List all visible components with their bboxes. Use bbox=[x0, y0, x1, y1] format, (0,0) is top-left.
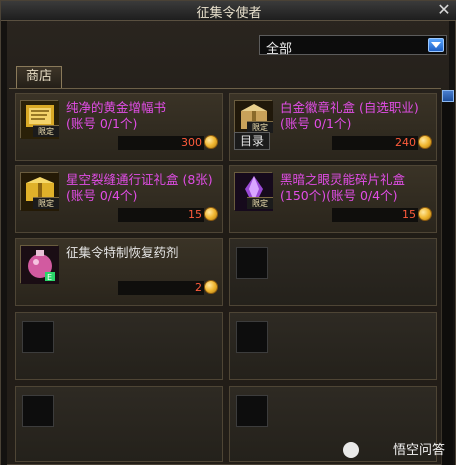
coin-icon bbox=[418, 135, 432, 149]
shop-item[interactable]: 限定 目录 白金徽章礼盒 (自选职业)(账号 0/1个) 240 bbox=[229, 93, 437, 161]
scrollbar[interactable] bbox=[441, 90, 454, 465]
item-name: 星空裂缝通行证礼盒 (8张)(账号 0/4个) bbox=[66, 172, 213, 203]
coin-icon bbox=[204, 280, 218, 294]
crystal-box-icon: 限定 bbox=[234, 172, 273, 211]
shop-item[interactable]: E 征集令特制恢复药剂 2 bbox=[15, 238, 223, 306]
item-price: 15 bbox=[402, 208, 416, 221]
left-border bbox=[1, 21, 7, 465]
potion-icon: E bbox=[20, 245, 59, 284]
coin-icon bbox=[204, 207, 218, 221]
limited-badge: 限定 bbox=[33, 197, 59, 209]
filter-dropdown[interactable]: 全部 bbox=[259, 35, 447, 57]
close-icon[interactable]: ✕ bbox=[435, 1, 453, 19]
badge-box-icon: 限定 bbox=[234, 100, 273, 133]
scroll-up-icon[interactable] bbox=[442, 90, 454, 102]
empty-slot bbox=[15, 312, 223, 380]
shop-item[interactable]: 限定 星空裂缝通行证礼盒 (8张)(账号 0/4个) 15 bbox=[15, 165, 223, 233]
empty-icon-box bbox=[236, 395, 268, 427]
watermark-logo-icon bbox=[343, 442, 359, 458]
coin-icon bbox=[204, 135, 218, 149]
empty-slot bbox=[229, 312, 437, 380]
svg-text:E: E bbox=[47, 273, 52, 282]
item-price: 300 bbox=[181, 136, 202, 149]
title-bar: 征集令使者 ✕ bbox=[1, 1, 456, 21]
item-price: 240 bbox=[395, 136, 416, 149]
shop-item[interactable]: 限定 纯净的黄金增幅书 (账号 0/1个) 300 bbox=[15, 93, 223, 161]
empty-slot bbox=[229, 238, 437, 306]
item-name: 纯净的黄金增幅书 (账号 0/1个) bbox=[66, 100, 167, 131]
empty-slot bbox=[15, 386, 223, 462]
window-title: 征集令使者 bbox=[196, 6, 262, 21]
price-bar bbox=[118, 281, 204, 295]
item-price: 2 bbox=[195, 281, 202, 294]
item-price: 15 bbox=[188, 208, 202, 221]
item-name: 黑暗之眼灵能碎片礼盒 (150个)(账号 0/4个) bbox=[280, 172, 406, 203]
coin-icon bbox=[418, 207, 432, 221]
empty-icon-box bbox=[22, 395, 54, 427]
catalog-button[interactable]: 目录 bbox=[234, 132, 270, 150]
limited-badge: 限定 bbox=[247, 197, 273, 209]
shop-window: 征集令使者 ✕ 全部 商店 限定 纯净的黄金增幅书 (账号 0/1个) 300 bbox=[0, 0, 456, 465]
item-name: 白金徽章礼盒 (自选职业)(账号 0/1个) bbox=[280, 100, 419, 131]
filter-value: 全部 bbox=[266, 42, 293, 57]
pass-box-icon: 限定 bbox=[20, 172, 59, 211]
empty-icon-box bbox=[236, 321, 268, 353]
empty-icon-box bbox=[236, 247, 268, 279]
item-name: 征集令特制恢复药剂 bbox=[66, 245, 179, 260]
watermark: 悟空问答 bbox=[392, 443, 445, 458]
tab-shop[interactable]: 商店 bbox=[16, 66, 62, 88]
chevron-down-icon[interactable] bbox=[428, 38, 444, 52]
empty-icon-box bbox=[22, 321, 54, 353]
shop-item[interactable]: 限定 黑暗之眼灵能碎片礼盒 (150个)(账号 0/4个) 15 bbox=[229, 165, 437, 233]
limited-badge: 限定 bbox=[33, 125, 59, 137]
scroll-icon: 限定 bbox=[20, 100, 59, 139]
